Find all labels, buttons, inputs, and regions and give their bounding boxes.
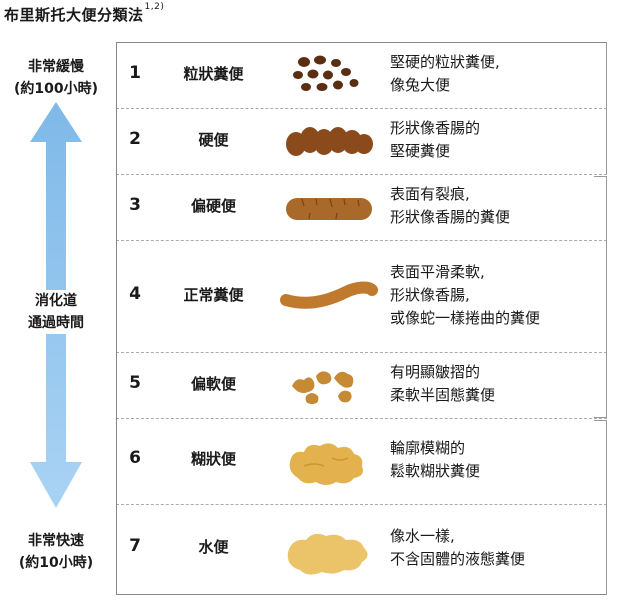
description-line: 形狀像香腸的 [390, 119, 481, 137]
stool-type-name: 水便 [198, 538, 229, 556]
stool-type-table: 1 粒狀糞便 堅硬的粒狀糞便, 像兔大便 2 硬便 形狀像香腸的 堅硬糞便 3 … [116, 42, 607, 595]
stool-description: 表面有裂痕, 形狀像香腸的糞便 [390, 183, 510, 229]
row-number: 3 [129, 195, 141, 215]
description-line: 不含固體的液態糞便 [390, 550, 526, 568]
transit-time-label: 消化道 通過時間 [0, 290, 112, 334]
table-row: 5 偏軟便 有明顯皺摺的 柔軟半固態糞便 [116, 352, 607, 418]
smooth-snake-illustration [280, 281, 378, 309]
description-line: 鬆軟糊狀糞便 [390, 462, 481, 480]
description-line: 堅硬糞便 [390, 142, 451, 160]
stool-type-name: 糊狀便 [190, 450, 236, 468]
table-row: 3 偏硬便 表面有裂痕, 形狀像香腸的糞便 [116, 174, 607, 240]
mushy-stool-illustration [289, 443, 363, 485]
table-row: 2 硬便 形狀像香腸的 堅硬糞便 [116, 108, 607, 174]
stool-description: 像水一樣, 不含固體的液態糞便 [390, 525, 525, 571]
stool-type-name: 正常糞便 [183, 286, 244, 304]
description-line: 堅硬的粒狀糞便, [390, 53, 500, 71]
slow-label-line1: 非常緩慢 [28, 59, 84, 75]
title-reference: 1,2) [144, 2, 165, 12]
stool-type-name: 硬便 [198, 131, 229, 149]
stool-type-name: 粒狀糞便 [183, 65, 244, 83]
transit-time-line1: 消化道 [35, 293, 77, 309]
stool-description: 有明顯皺摺的 柔軟半固態糞便 [390, 361, 495, 407]
stool-description: 堅硬的粒狀糞便, 像兔大便 [390, 51, 500, 97]
slow-label: 非常緩慢 (約100小時) [0, 56, 112, 100]
pellet-stool-illustration [293, 55, 359, 91]
stool-description: 形狀像香腸的 堅硬糞便 [390, 117, 480, 163]
cracked-sausage-illustration [286, 198, 372, 220]
description-line: 表面有裂痕, [390, 185, 470, 203]
description-line: 形狀像香腸, [390, 286, 470, 304]
table-row: 6 糊狀便 輪廓模糊的 鬆軟糊狀糞便 [116, 418, 607, 504]
description-line: 像兔大便 [390, 76, 451, 94]
transit-time-line2: 通過時間 [28, 315, 84, 331]
description-line: 表面平滑柔軟, [390, 263, 485, 281]
description-line: 或像蛇一樣捲曲的糞便 [390, 309, 541, 327]
table-bottom-rule [116, 594, 607, 595]
description-line: 柔軟半固態糞便 [390, 386, 496, 404]
soft-blobs-illustration [292, 371, 354, 404]
description-line: 有明顯皺摺的 [390, 363, 481, 381]
row-number: 4 [129, 284, 141, 304]
description-line: 形狀像香腸的糞便 [390, 208, 511, 226]
row-number: 6 [129, 448, 141, 468]
row-number: 2 [129, 129, 141, 149]
fast-label-line1: 非常快速 [28, 533, 84, 549]
slow-label-line2: (約100小時) [13, 81, 99, 97]
row-number: 1 [129, 63, 141, 83]
stool-description: 輪廓模糊的 鬆軟糊狀糞便 [390, 437, 480, 483]
row-number: 5 [129, 373, 141, 393]
row-number: 7 [129, 536, 141, 556]
description-line: 輪廓模糊的 [390, 439, 466, 457]
lumpy-sausage-illustration [286, 127, 373, 156]
watery-stool-illustration [287, 533, 368, 575]
description-line: 像水一樣, [390, 527, 455, 545]
table-row: 1 粒狀糞便 堅硬的粒狀糞便, 像兔大便 [116, 42, 607, 108]
stool-type-name: 偏軟便 [190, 375, 236, 393]
fast-label: 非常快速 (約10小時) [0, 530, 112, 574]
stool-type-name: 偏硬便 [190, 197, 236, 215]
fast-label-line2: (約10小時) [18, 555, 94, 571]
table-row: 4 正常糞便 表面平滑柔軟, 形狀像香腸, 或像蛇一樣捲曲的糞便 [116, 240, 607, 352]
stool-description: 表面平滑柔軟, 形狀像香腸, 或像蛇一樣捲曲的糞便 [390, 261, 540, 330]
table-row: 7 水便 像水一樣, 不含固體的液態糞便 [116, 504, 607, 594]
